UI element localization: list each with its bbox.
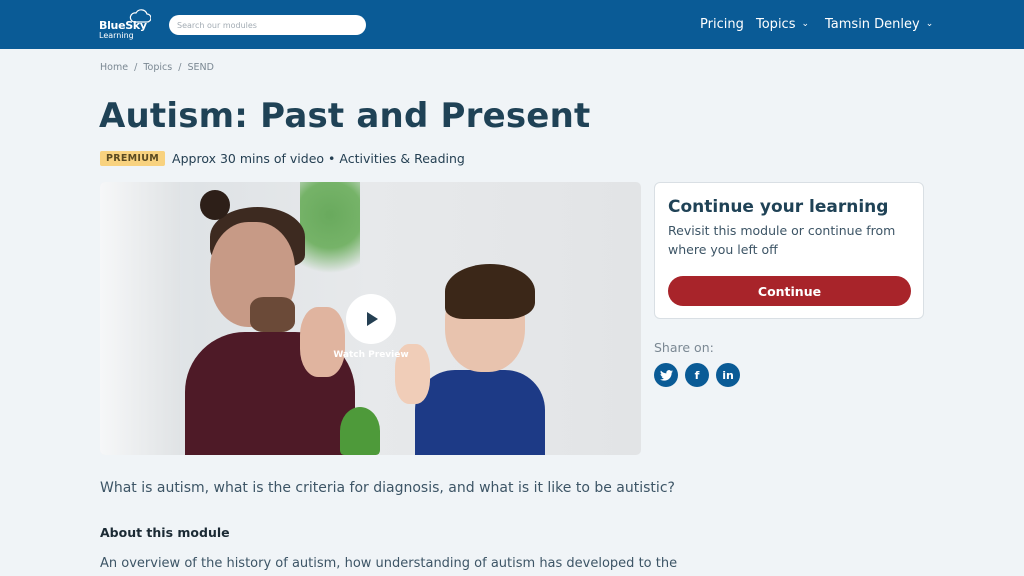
breadcrumb-home[interactable]: Home (100, 62, 128, 73)
page-title: Autism: Past and Present (99, 96, 591, 136)
video-thumbnail-man-bun (200, 190, 230, 220)
video-thumbnail-man-hands (300, 307, 345, 377)
continue-card-title: Continue your learning (668, 197, 889, 217)
module-question: What is autism, what is the criteria for… (100, 480, 675, 496)
top-navigation-bar: BlueSky Learning Pricing Topics ⌄ Tamsin… (0, 0, 1024, 49)
bluesky-learning-logo[interactable]: BlueSky Learning (99, 9, 155, 41)
module-duration-info: Approx 30 mins of video • Activities & R… (172, 151, 465, 166)
breadcrumb-separator: / (178, 62, 182, 73)
video-thumbnail-curtain (100, 182, 180, 455)
share-label: Share on: (654, 340, 714, 355)
video-thumbnail-plant-leaf (340, 407, 380, 455)
linkedin-icon: in (722, 368, 734, 382)
share-buttons: f in (654, 363, 740, 387)
chevron-down-icon: ⌄ (925, 18, 934, 29)
share-linkedin-button[interactable]: in (716, 363, 740, 387)
video-thumbnail-man-beard (250, 297, 295, 332)
nav-topics-label: Topics (756, 17, 796, 32)
user-name-label: Tamsin Denley (825, 17, 920, 32)
continue-button[interactable]: Continue (668, 276, 911, 306)
breadcrumb-separator: / (134, 62, 138, 73)
user-menu-dropdown[interactable]: Tamsin Denley ⌄ (825, 0, 933, 49)
play-button[interactable] (346, 294, 396, 344)
breadcrumb-send[interactable]: SEND (187, 62, 213, 73)
facebook-icon: f (694, 368, 700, 382)
video-thumbnail-plant (300, 182, 360, 292)
nav-pricing-link[interactable]: Pricing (700, 0, 744, 49)
share-facebook-button[interactable]: f (685, 363, 709, 387)
premium-badge: PREMIUM (100, 151, 166, 166)
search-input[interactable] (169, 15, 366, 35)
breadcrumb: Home / Topics / SEND (100, 62, 217, 73)
video-preview[interactable]: Watch Preview (100, 182, 641, 455)
logo-text-learning: Learning (99, 31, 134, 40)
twitter-icon (659, 369, 673, 381)
watch-preview-label: Watch Preview (333, 350, 409, 360)
about-module-heading: About this module (100, 525, 230, 540)
video-thumbnail-boy-hair (445, 264, 535, 319)
module-meta: PREMIUM Approx 30 mins of video • Activi… (100, 151, 465, 166)
nav-topics-dropdown[interactable]: Topics ⌄ (756, 0, 809, 49)
chevron-down-icon: ⌄ (801, 18, 810, 29)
nav-pricing-label: Pricing (700, 17, 744, 32)
continue-card-text: Revisit this module or continue from whe… (668, 223, 896, 257)
continue-learning-card: Continue your learning Revisit this modu… (654, 182, 924, 319)
about-module-text: An overview of the history of autism, ho… (100, 556, 678, 571)
video-thumbnail-boy (415, 370, 545, 455)
share-twitter-button[interactable] (654, 363, 678, 387)
breadcrumb-topics[interactable]: Topics (143, 62, 172, 73)
play-icon (367, 312, 378, 326)
